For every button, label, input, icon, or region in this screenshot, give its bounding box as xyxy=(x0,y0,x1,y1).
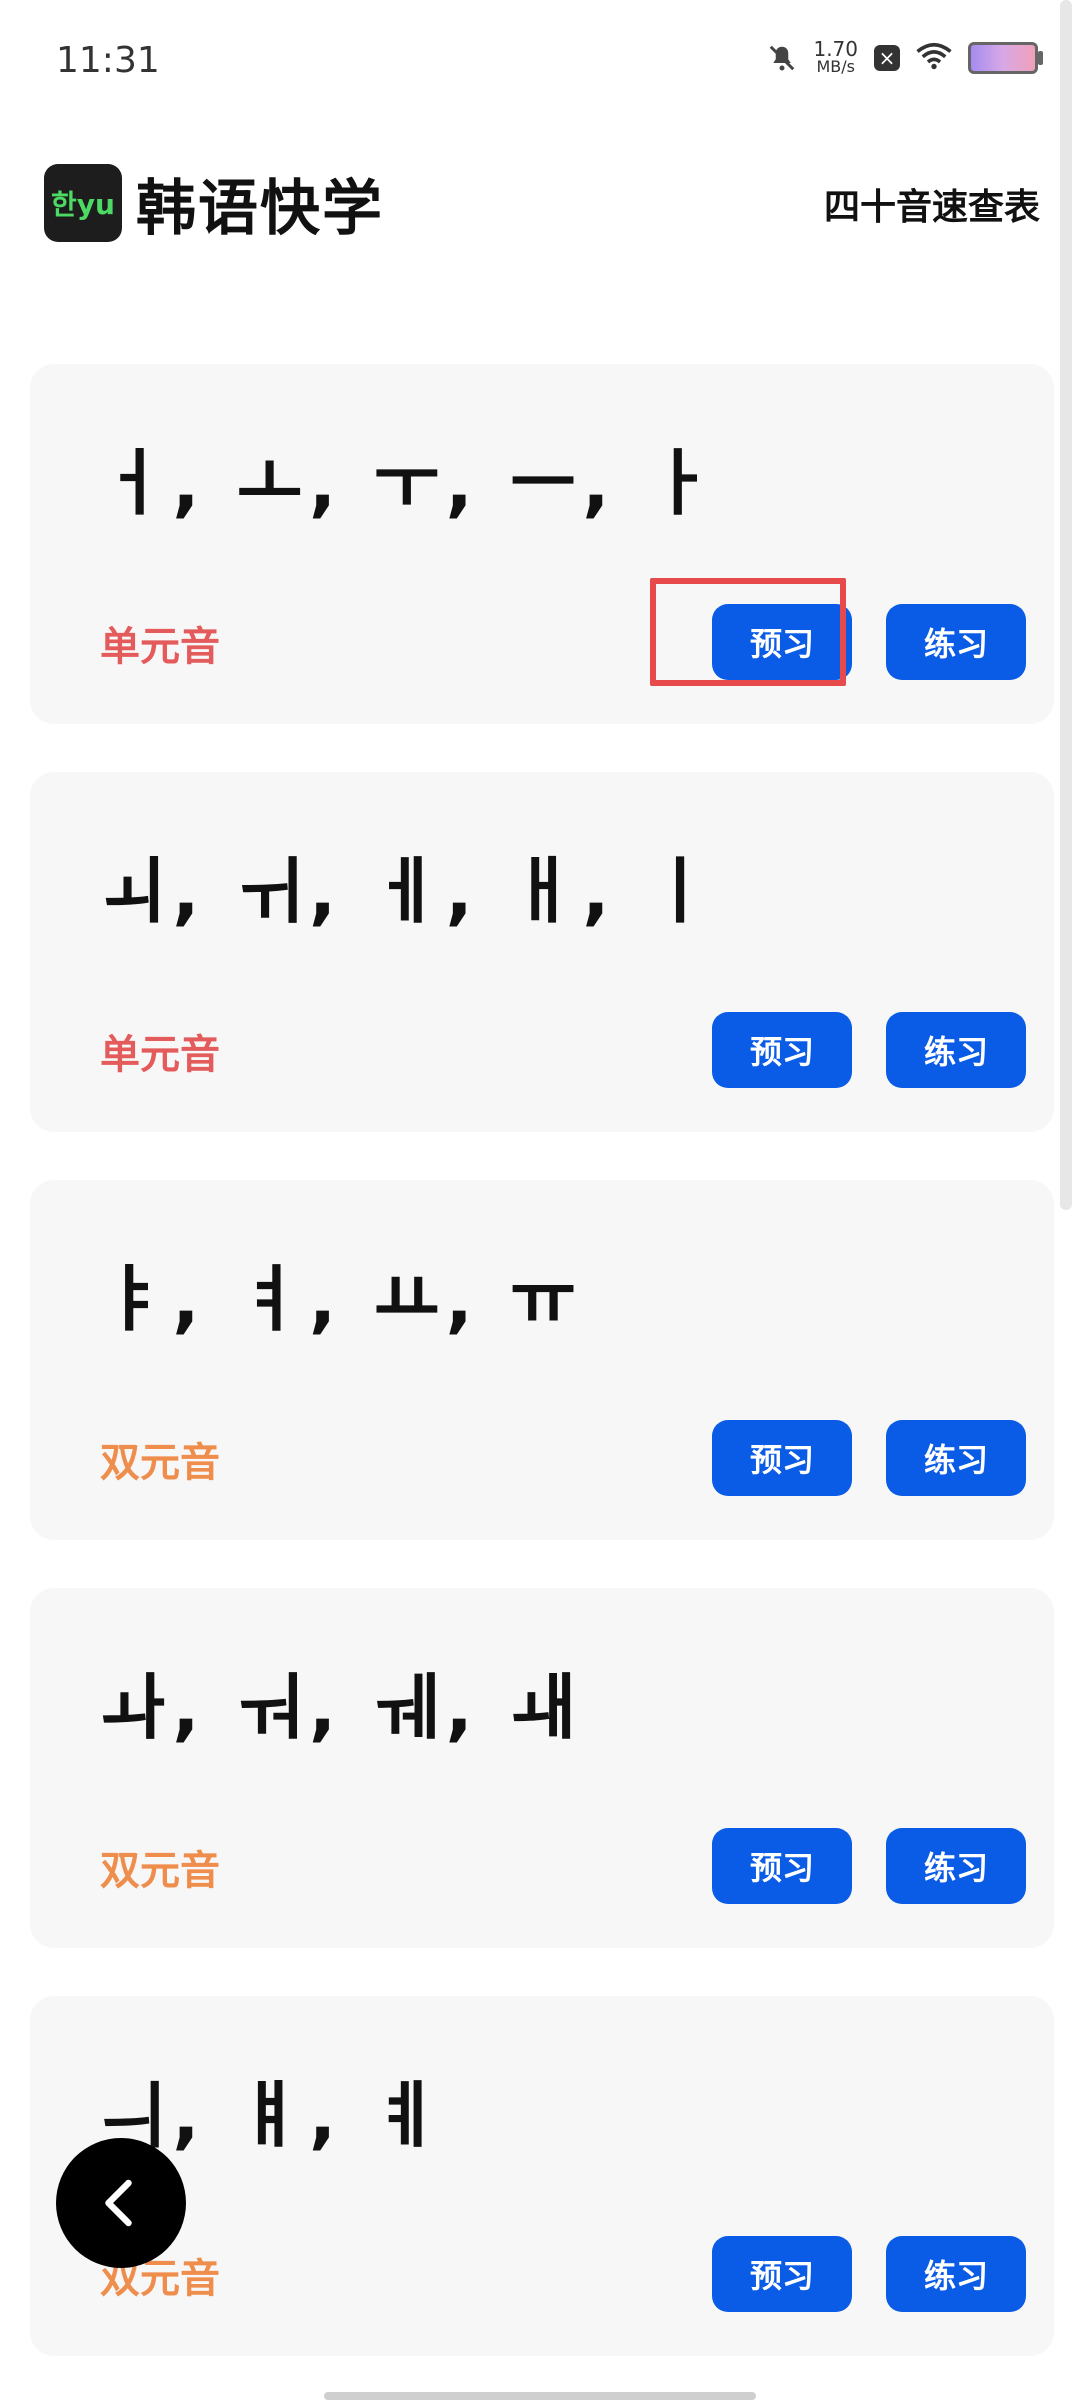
preview-button[interactable]: 预习 xyxy=(712,1828,852,1904)
back-button[interactable] xyxy=(56,2138,186,2268)
vowel-card: ㅢ, ㅒ, ㅖ 双元音 预习 练习 xyxy=(30,1996,1054,2356)
vowel-letters: ㅑ, ㅕ, ㅛ, ㅠ xyxy=(100,1257,583,1341)
app-logo: 한yu xyxy=(44,164,122,242)
app-title: 韩语快学 xyxy=(136,174,384,244)
vowel-letters: ㅓ, ㅗ, ㅜ, ㅡ, ㅏ xyxy=(100,441,719,525)
app-header: 한yu 韩语快学 四十音速查表 xyxy=(0,150,1080,270)
vowel-card: ㅑ, ㅕ, ㅛ, ㅠ 双元音 预习 练习 xyxy=(30,1180,1054,1540)
vowel-card: ㅚ, ㅟ, ㅔ, ㅐ, ㅣ 单元音 预习 练习 xyxy=(30,772,1054,1132)
vowel-card: ㅓ, ㅗ, ㅜ, ㅡ, ㅏ 单元音 预习 练习 xyxy=(30,364,1054,724)
wifi-icon xyxy=(916,42,952,74)
status-time: 11:31 xyxy=(56,40,160,81)
status-bar: 11:31 1.70 MB/s × xyxy=(0,0,1080,120)
practice-button[interactable]: 练习 xyxy=(886,1828,1026,1904)
vowel-category: 单元音 xyxy=(100,624,220,670)
chevron-left-icon xyxy=(105,2179,132,2227)
preview-button[interactable]: 预习 xyxy=(712,1012,852,1088)
home-indicator[interactable] xyxy=(324,2392,756,2400)
vowel-category: 双元音 xyxy=(100,1440,220,1486)
vowel-category: 双元音 xyxy=(100,1848,220,1894)
practice-button[interactable]: 练习 xyxy=(886,1420,1026,1496)
net-speed-value: 1.70 xyxy=(813,37,858,61)
vowel-letters: ㅚ, ㅟ, ㅔ, ㅐ, ㅣ xyxy=(100,849,719,933)
battery-icon xyxy=(968,42,1043,74)
vowel-card: ㅘ, ㅝ, ㅞ, ㅙ 双元音 预习 练习 xyxy=(30,1588,1054,1948)
practice-button[interactable]: 练习 xyxy=(886,1012,1026,1088)
status-icons: 1.70 MB/s × xyxy=(767,37,1043,76)
preview-button[interactable]: 预习 xyxy=(712,2236,852,2312)
quick-reference-link[interactable]: 四十音速查表 xyxy=(824,178,1040,230)
close-box-icon: × xyxy=(874,45,900,71)
scrollbar[interactable] xyxy=(1060,0,1072,1210)
practice-button[interactable]: 练习 xyxy=(886,604,1026,680)
preview-button[interactable]: 预习 xyxy=(712,1420,852,1496)
practice-button[interactable]: 练习 xyxy=(886,2236,1026,2312)
net-speed-unit: MB/s xyxy=(816,57,855,76)
vowel-category: 单元音 xyxy=(100,1032,220,1078)
vowel-letters: ㅘ, ㅝ, ㅞ, ㅙ xyxy=(100,1665,583,1749)
preview-button[interactable]: 预习 xyxy=(712,604,852,680)
bell-off-icon xyxy=(767,43,797,73)
net-speed: 1.70 MB/s xyxy=(813,37,858,76)
